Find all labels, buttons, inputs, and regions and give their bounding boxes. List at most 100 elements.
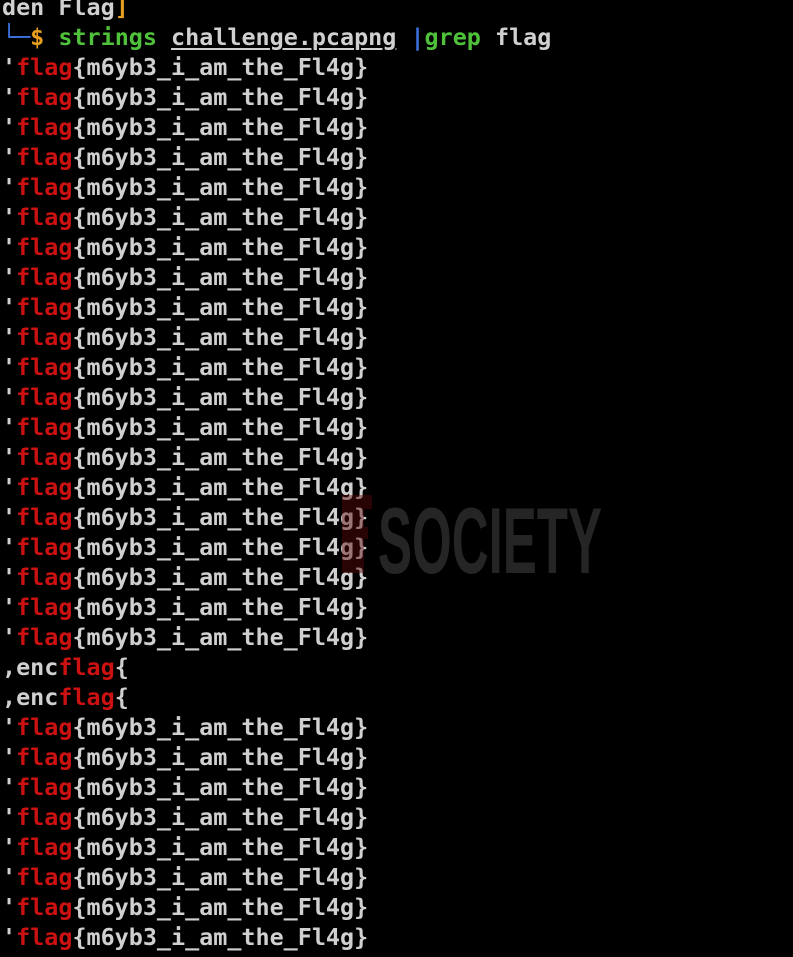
output-line: 'flag{m6yb3_i_am_the_Fl4g}	[2, 352, 368, 382]
line-prefix: '	[2, 743, 17, 771]
output-line: 'flag{m6yb3_i_am_the_Fl4g}	[2, 712, 368, 742]
line-prefix: '	[2, 803, 17, 831]
output-line: 'flag{m6yb3_i_am_the_Fl4g}	[2, 82, 368, 112]
line-prefix: '	[2, 263, 17, 291]
match-highlight: flag	[16, 773, 73, 801]
line-rest: {m6yb3_i_am_the_Fl4g}	[72, 923, 369, 951]
output-line: 'flag{m6yb3_i_am_the_Fl4g}	[2, 472, 368, 502]
line-rest: {m6yb3_i_am_the_Fl4g}	[72, 83, 369, 111]
line-rest: {m6yb3_i_am_the_Fl4g}	[72, 773, 369, 801]
prompt-dollar: $	[30, 23, 45, 51]
match-highlight: flag	[16, 173, 73, 201]
match-highlight: flag	[16, 743, 73, 771]
line-rest: {m6yb3_i_am_the_Fl4g}	[72, 533, 369, 561]
match-highlight: flag	[16, 263, 73, 291]
output-line: 'flag{m6yb3_i_am_the_Fl4g}	[2, 742, 368, 772]
line-prefix: '	[2, 293, 17, 321]
match-highlight: flag	[16, 293, 73, 321]
line-rest: {m6yb3_i_am_the_Fl4g}	[72, 503, 369, 531]
output-line: 'flag{m6yb3_i_am_the_Fl4g}	[2, 562, 368, 592]
line-rest: {	[114, 683, 129, 711]
output-line: 'flag{m6yb3_i_am_the_Fl4g}	[2, 592, 368, 622]
match-highlight: flag	[16, 803, 73, 831]
match-highlight: flag	[16, 893, 73, 921]
line-rest: {m6yb3_i_am_the_Fl4g}	[72, 623, 369, 651]
line-prefix: '	[2, 323, 17, 351]
output-line: 'flag{m6yb3_i_am_the_Fl4g}	[2, 292, 368, 322]
output-line: 'flag{m6yb3_i_am_the_Fl4g}	[2, 922, 368, 952]
match-highlight: flag	[16, 443, 73, 471]
prompt-corner: └─	[2, 23, 31, 51]
command-grep: grep	[424, 23, 481, 51]
line-rest: {m6yb3_i_am_the_Fl4g}	[72, 803, 369, 831]
line-rest: {m6yb3_i_am_the_Fl4g}	[72, 443, 369, 471]
line-prefix: ,enc	[2, 683, 59, 711]
line-prefix: '	[2, 113, 17, 141]
match-highlight: flag	[16, 713, 73, 741]
line-rest: {m6yb3_i_am_the_Fl4g}	[72, 743, 369, 771]
terminal-window[interactable]: den Flag] └─$ strings challenge.pcapng |…	[0, 0, 793, 957]
match-highlight: flag	[16, 533, 73, 561]
line-prefix: '	[2, 143, 17, 171]
output-line: ,encflag{	[2, 652, 129, 682]
output-line: 'flag{m6yb3_i_am_the_Fl4g}	[2, 232, 368, 262]
line-rest: {m6yb3_i_am_the_Fl4g}	[72, 893, 369, 921]
line-rest: {m6yb3_i_am_the_Fl4g}	[72, 473, 369, 501]
match-highlight: flag	[58, 653, 115, 681]
line-rest: {m6yb3_i_am_the_Fl4g}	[72, 173, 369, 201]
line-prefix: '	[2, 623, 17, 651]
match-highlight: flag	[16, 53, 73, 81]
match-highlight: flag	[16, 353, 73, 381]
line-prefix: '	[2, 413, 17, 441]
command-strings: strings	[58, 23, 157, 51]
match-highlight: flag	[16, 83, 73, 111]
output-line: 'flag{m6yb3_i_am_the_Fl4g}	[2, 892, 368, 922]
line-prefix: '	[2, 83, 17, 111]
line-prefix: '	[2, 203, 17, 231]
command-pipe: |	[410, 23, 425, 51]
line-prefix: '	[2, 833, 17, 861]
line-rest: {m6yb3_i_am_the_Fl4g}	[72, 323, 369, 351]
line-prefix: '	[2, 233, 17, 261]
output-line: 'flag{m6yb3_i_am_the_Fl4g}	[2, 322, 368, 352]
line-prefix: '	[2, 173, 17, 201]
command-line[interactable]: └─$ strings challenge.pcapng |grep flag	[2, 22, 551, 52]
output-line: 'flag{m6yb3_i_am_the_Fl4g}	[2, 262, 368, 292]
command-file-argument: challenge.pcapng	[171, 23, 397, 51]
line-rest: {m6yb3_i_am_the_Fl4g}	[72, 563, 369, 591]
match-highlight: flag	[16, 203, 73, 231]
line-rest: {m6yb3_i_am_the_Fl4g}	[72, 833, 369, 861]
line-rest: {m6yb3_i_am_the_Fl4g}	[72, 233, 369, 261]
output-line: 'flag{m6yb3_i_am_the_Fl4g}	[2, 862, 368, 892]
line-prefix: '	[2, 473, 17, 501]
output-line: 'flag{m6yb3_i_am_the_Fl4g}	[2, 142, 368, 172]
line-rest: {m6yb3_i_am_the_Fl4g}	[72, 713, 369, 741]
line-rest: {m6yb3_i_am_the_Fl4g}	[72, 203, 369, 231]
line-rest: {m6yb3_i_am_the_Fl4g}	[72, 263, 369, 291]
output-line: 'flag{m6yb3_i_am_the_Fl4g}	[2, 532, 368, 562]
match-highlight: flag	[16, 323, 73, 351]
line-rest: {m6yb3_i_am_the_Fl4g}	[72, 143, 369, 171]
match-highlight: flag	[16, 383, 73, 411]
line-rest: {m6yb3_i_am_the_Fl4g}	[72, 383, 369, 411]
output-line: 'flag{m6yb3_i_am_the_Fl4g}	[2, 772, 368, 802]
match-highlight: flag	[16, 563, 73, 591]
line-prefix: '	[2, 713, 17, 741]
match-highlight: flag	[16, 863, 73, 891]
line-rest: {m6yb3_i_am_the_Fl4g}	[72, 413, 369, 441]
output-line: ,encflag{	[2, 682, 129, 712]
fsociety-watermark: SOCIETY	[342, 488, 602, 583]
match-highlight: flag	[16, 473, 73, 501]
output-line: 'flag{m6yb3_i_am_the_Fl4g}	[2, 442, 368, 472]
output-line: 'flag{m6yb3_i_am_the_Fl4g}	[2, 382, 368, 412]
match-highlight: flag	[16, 113, 73, 141]
line-rest: {m6yb3_i_am_the_Fl4g}	[72, 53, 369, 81]
output-line: 'flag{m6yb3_i_am_the_Fl4g}	[2, 112, 368, 142]
output-line: 'flag{m6yb3_i_am_the_Fl4g}	[2, 502, 368, 532]
line-rest: {	[114, 653, 129, 681]
line-rest: {m6yb3_i_am_the_Fl4g}	[72, 293, 369, 321]
line-prefix: '	[2, 353, 17, 381]
output-line: 'flag{m6yb3_i_am_the_Fl4g}	[2, 172, 368, 202]
line-prefix: '	[2, 443, 17, 471]
line-prefix: '	[2, 773, 17, 801]
